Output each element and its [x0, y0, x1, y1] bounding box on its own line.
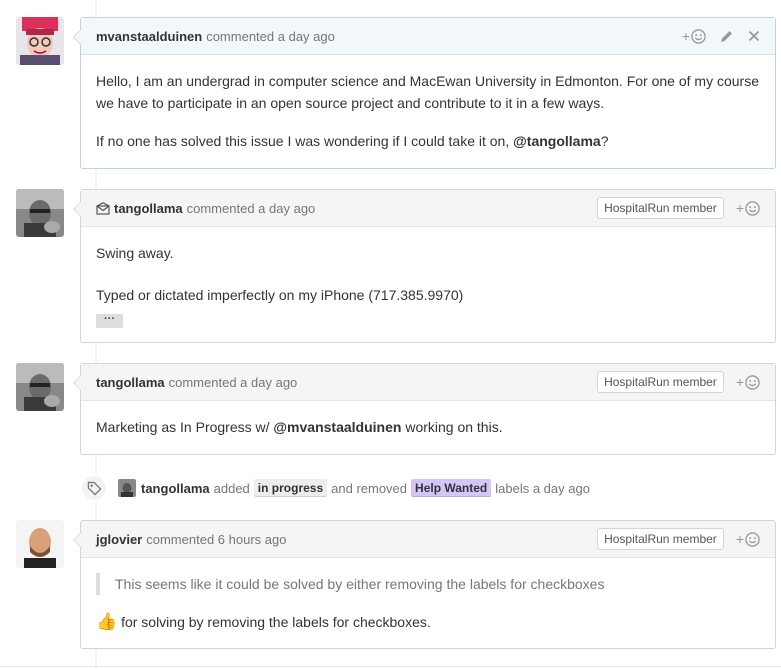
- mention-link[interactable]: @tangollama: [513, 133, 601, 149]
- comment-3: tangollama commented a day ago HospitalR…: [73, 363, 776, 455]
- comment-paragraph: If no one has solved this issue I was wo…: [96, 130, 760, 152]
- comment-paragraph: 👍 for solving by removing the labels for…: [96, 611, 760, 633]
- comment-body: Hello, I am an undergrad in computer sci…: [81, 55, 775, 166]
- edit-button[interactable]: [720, 29, 734, 43]
- comment-author[interactable]: jglovier: [96, 532, 142, 547]
- label-event: tangollama added in progress and removed…: [80, 474, 590, 502]
- tag-badge: [80, 474, 108, 502]
- avatar-mvanstaalduinen[interactable]: [16, 17, 64, 65]
- event-time: labels a day ago: [495, 480, 590, 496]
- show-more-button[interactable]: ···: [96, 314, 123, 328]
- smiley-icon: [745, 531, 760, 547]
- add-reaction-button[interactable]: +: [736, 200, 760, 216]
- smiley-icon: [745, 374, 760, 390]
- comment-action: commented: [206, 28, 275, 44]
- comment-action: commented: [146, 531, 215, 547]
- comment-paragraph: Marketing as In Progress w/ @mvanstaaldu…: [96, 416, 760, 438]
- comment-action: commented: [168, 374, 237, 390]
- comment-paragraph: Typed or dictated imperfectly on my iPho…: [96, 287, 464, 303]
- avatar-tangollama[interactable]: [16, 189, 64, 237]
- member-badge: HospitalRun member: [597, 197, 724, 219]
- pencil-icon: [721, 31, 732, 42]
- event-actor[interactable]: tangollama: [141, 481, 210, 496]
- avatar-tangollama[interactable]: [16, 363, 64, 411]
- thumbs-up-emoji: 👍: [96, 612, 118, 631]
- text: for solving by removing the labels for c…: [121, 614, 431, 630]
- add-reaction-button[interactable]: +: [736, 531, 760, 547]
- label-help-wanted[interactable]: Help Wanted: [411, 479, 492, 497]
- comment-author[interactable]: mvanstaalduinen: [96, 29, 202, 44]
- comment-body: This seems like it could be solved by ei…: [81, 558, 775, 647]
- avatar-tangollama-small[interactable]: [118, 479, 136, 497]
- text: working on this.: [401, 419, 503, 435]
- comment-author[interactable]: tangollama: [114, 201, 183, 216]
- comment-time[interactable]: a day ago: [278, 29, 335, 44]
- event-text: and removed: [331, 480, 408, 496]
- envelope-icon: [96, 201, 110, 215]
- comment-paragraph: Hello, I am an undergrad in computer sci…: [96, 73, 759, 111]
- add-reaction-button[interactable]: +: [736, 374, 760, 390]
- comment-body: Marketing as In Progress w/ @mvanstaaldu…: [81, 401, 775, 452]
- delete-button[interactable]: [748, 30, 760, 42]
- avatar-jglovier[interactable]: [16, 520, 64, 568]
- comment-time[interactable]: 6 hours ago: [218, 532, 287, 547]
- comment-header: mvanstaalduinen commented a day ago +: [81, 18, 775, 55]
- comment-time[interactable]: a day ago: [258, 201, 315, 216]
- member-badge: HospitalRun member: [597, 371, 724, 393]
- tag-icon: [87, 481, 102, 496]
- text: Marketing as In Progress w/: [96, 419, 274, 435]
- text: If no one has solved this issue I was wo…: [96, 133, 514, 149]
- comment-action: commented: [186, 200, 255, 216]
- add-reaction-button[interactable]: +: [682, 28, 706, 44]
- smiley-icon: [691, 28, 706, 44]
- comment-body: Swing away. Typed or dictated imperfectl…: [81, 227, 775, 342]
- comment-2: tangollama commented a day ago HospitalR…: [73, 189, 776, 343]
- comment-header: tangollama commented a day ago HospitalR…: [81, 190, 775, 227]
- text: ?: [600, 133, 609, 149]
- comment-1: mvanstaalduinen commented a day ago + He…: [73, 17, 776, 169]
- event-text: added: [213, 480, 250, 496]
- close-icon: [748, 30, 760, 42]
- comment-quote: This seems like it could be solved by ei…: [96, 573, 760, 595]
- comment-header: tangollama commented a day ago HospitalR…: [81, 364, 775, 401]
- divider: [0, 666, 781, 667]
- smiley-icon: [745, 200, 760, 216]
- comment-4: jglovier commented 6 hours ago HospitalR…: [73, 520, 776, 649]
- mention-link[interactable]: @mvanstaalduinen: [273, 419, 401, 435]
- comment-header: jglovier commented 6 hours ago HospitalR…: [81, 521, 775, 558]
- label-in-progress[interactable]: in progress: [253, 479, 328, 497]
- comment-paragraph: Swing away.: [96, 245, 174, 261]
- comment-author[interactable]: tangollama: [96, 375, 165, 390]
- comment-time[interactable]: a day ago: [240, 375, 297, 390]
- member-badge: HospitalRun member: [597, 528, 724, 550]
